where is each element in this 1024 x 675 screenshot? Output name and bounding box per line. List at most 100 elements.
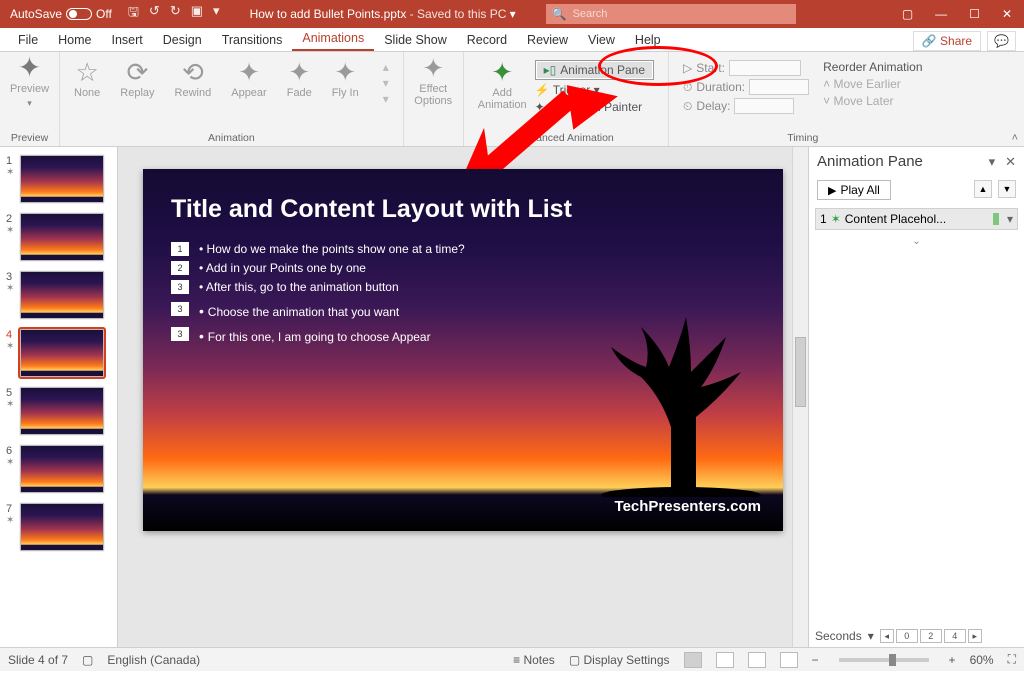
search-input[interactable] <box>573 8 790 20</box>
anim-item-label: Content Placehol... <box>845 212 946 226</box>
anim-tag[interactable]: 2 <box>171 261 189 275</box>
notes-button[interactable]: ≡ Notes <box>513 653 555 667</box>
preview-button[interactable]: ✦ Preview ▾ <box>10 56 49 109</box>
title-dropdown-icon[interactable]: ▾ <box>510 7 516 21</box>
sub-bullet[interactable]: • For this one, I am going to choose App… <box>199 328 431 344</box>
play-all-button[interactable]: ▶ Play All <box>817 180 891 200</box>
pane-close-icon[interactable]: ✕ <box>1005 154 1016 170</box>
tab-help[interactable]: Help <box>625 29 671 51</box>
scroll-thumb[interactable] <box>795 337 806 407</box>
tab-animations[interactable]: Animations <box>292 27 374 51</box>
anim-appear[interactable]: ✦Appear <box>231 60 266 99</box>
reading-view-button[interactable] <box>748 652 766 668</box>
duration-input[interactable] <box>749 79 809 95</box>
anim-tag[interactable]: 3 <box>171 327 189 341</box>
qat-dropdown-icon[interactable]: ▾ <box>213 3 220 25</box>
normal-view-button[interactable] <box>684 652 702 668</box>
timing-start[interactable]: ▷ Start: <box>683 60 809 76</box>
bullet-row[interactable]: 2 • Add in your Points one by one <box>171 261 755 275</box>
tab-home[interactable]: Home <box>48 29 101 51</box>
item-dropdown-icon[interactable]: ▾ <box>1007 212 1013 226</box>
undo-icon[interactable]: ↺ <box>149 3 160 25</box>
timing-duration[interactable]: ⏱ Duration: <box>683 79 809 95</box>
slide-counter[interactable]: Slide 4 of 7 <box>8 653 68 667</box>
thumbnail-2[interactable]: 2✶ <box>0 211 117 269</box>
start-from-beginning-icon[interactable]: ▣ <box>191 3 203 25</box>
tl-2: 2 <box>920 629 942 643</box>
anim-replay[interactable]: ⟳Replay <box>120 60 154 99</box>
zoom-out-button[interactable]: − <box>812 653 819 667</box>
pane-options-icon[interactable]: ▾ <box>989 154 996 170</box>
save-icon[interactable]: 🖫 <box>128 3 139 25</box>
tab-view[interactable]: View <box>578 29 625 51</box>
bullet-row[interactable]: 3 • After this, go to the animation butt… <box>171 280 755 294</box>
display-settings-button[interactable]: ▢ Display Settings <box>569 653 670 667</box>
move-later-button[interactable]: ˅ Move Later <box>823 94 922 108</box>
tab-design[interactable]: Design <box>153 29 212 51</box>
thumbnail-6[interactable]: 6✶ <box>0 443 117 501</box>
slideshow-view-button[interactable] <box>780 652 798 668</box>
sub-bullet[interactable]: • Choose the animation that you want <box>199 303 399 319</box>
zoom-in-button[interactable]: + <box>949 653 956 667</box>
slide-preview[interactable]: Title and Content Layout with List 1 • H… <box>143 169 783 531</box>
comments-button[interactable]: 💬 <box>987 31 1016 51</box>
animation-item[interactable]: 1 ✶ Content Placehol... ▾ <box>815 208 1018 230</box>
thumbnail-4[interactable]: 4✶ <box>0 327 117 385</box>
anim-flyin[interactable]: ✦Fly In <box>332 60 359 99</box>
move-up-button[interactable]: ▲ <box>974 180 992 198</box>
vertical-scrollbar[interactable] <box>792 147 808 647</box>
tl-next[interactable]: ▸ <box>968 629 982 643</box>
minimize-icon[interactable]: ― <box>935 7 947 21</box>
thumbnail-1[interactable]: 1✶ <box>0 153 117 211</box>
animation-painter-button[interactable]: ✦ Animation Painter <box>535 100 654 114</box>
language-button[interactable]: English (Canada) <box>107 653 200 667</box>
zoom-level[interactable]: 60% <box>970 653 994 667</box>
anim-tag[interactable]: 1 <box>171 242 189 256</box>
autosave-toggle[interactable]: AutoSave Off <box>10 7 112 21</box>
autosave-switch-icon[interactable] <box>66 8 92 20</box>
tab-slideshow[interactable]: Slide Show <box>374 29 457 51</box>
thumbnail-3[interactable]: 3✶ <box>0 269 117 327</box>
timeline-ruler[interactable]: ◂ 0 2 4 ▸ <box>880 629 1018 643</box>
chevron-down-icon[interactable]: ▾ <box>868 629 874 643</box>
anim-fade[interactable]: ✦Fade <box>287 60 312 99</box>
move-down-button[interactable]: ▼ <box>998 180 1016 198</box>
anim-rewind[interactable]: ⟲Rewind <box>175 60 212 99</box>
close-icon[interactable]: ✕ <box>1002 7 1012 21</box>
add-animation-button[interactable]: ✦ Add Animation <box>478 60 527 111</box>
anim-gallery-more[interactable]: ▴▾▾ <box>383 60 389 106</box>
animation-pane-button[interactable]: ▸▯Animation Pane <box>535 60 654 80</box>
tab-record[interactable]: Record <box>457 29 517 51</box>
bullet-row[interactable]: 1 • How do we make the points show one a… <box>171 242 755 256</box>
zoom-slider[interactable] <box>839 658 929 662</box>
ribbon-display-icon[interactable]: ▢ <box>902 7 913 21</box>
maximize-icon[interactable]: ☐ <box>969 7 980 21</box>
slide-title[interactable]: Title and Content Layout with List <box>171 195 755 224</box>
thumbnail-5[interactable]: 5✶ <box>0 385 117 443</box>
delay-input[interactable] <box>734 98 794 114</box>
tl-prev[interactable]: ◂ <box>880 629 894 643</box>
anim-none[interactable]: ☆None <box>74 60 100 99</box>
tab-transitions[interactable]: Transitions <box>212 29 293 51</box>
anim-tag[interactable]: 3 <box>171 280 189 294</box>
share-button[interactable]: 🔗 Share <box>913 31 981 51</box>
fit-window-icon[interactable]: ⛶ <box>1008 652 1016 667</box>
tab-insert[interactable]: Insert <box>102 29 153 51</box>
sorter-view-button[interactable] <box>716 652 734 668</box>
move-earlier-button[interactable]: ˄ Move Earlier <box>823 77 922 91</box>
tab-file[interactable]: File <box>8 29 48 51</box>
effect-options-button[interactable]: ✦ Effect Options <box>414 56 452 107</box>
start-select[interactable] <box>729 60 801 76</box>
search-box[interactable]: 🔍 <box>546 4 796 24</box>
timing-delay[interactable]: ⏲ Delay: <box>683 98 809 114</box>
anim-tag[interactable]: 3 <box>171 302 189 316</box>
redo-icon[interactable]: ↻ <box>170 3 181 25</box>
expand-icon[interactable]: ⌄ <box>809 236 1024 247</box>
accessibility-icon[interactable]: ▢ <box>82 653 93 667</box>
tab-review[interactable]: Review <box>517 29 578 51</box>
slide-canvas-area[interactable]: Title and Content Layout with List 1 • H… <box>118 147 808 647</box>
slide-thumbnails[interactable]: 1✶ 2✶ 3✶ 4✶ 5✶ 6✶ 7✶ <box>0 147 118 647</box>
collapse-ribbon-icon[interactable]: ˄ <box>1012 132 1018 144</box>
thumbnail-7[interactable]: 7✶ <box>0 501 117 559</box>
trigger-button[interactable]: ⚡ Trigger ▾ <box>535 83 654 97</box>
